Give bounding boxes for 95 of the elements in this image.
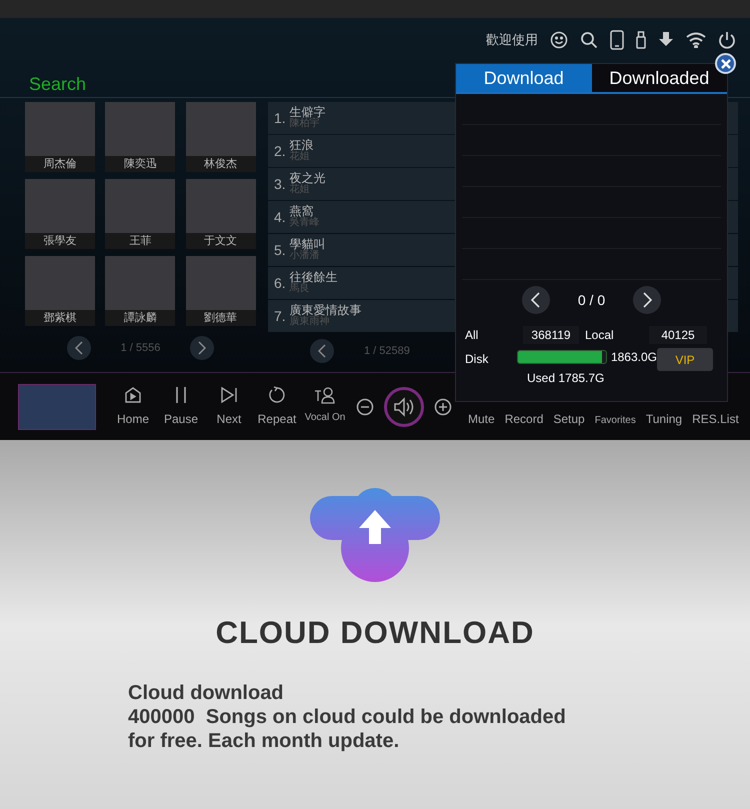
- song-number: 6.: [274, 274, 286, 292]
- wifi-icon[interactable]: [686, 32, 706, 48]
- song-singer: 花姐: [290, 184, 310, 195]
- artist-tile[interactable]: 劉德華: [186, 256, 256, 326]
- promo-text: 400000 Songs on cloud could be downloaded: [128, 704, 566, 728]
- artist-tile[interactable]: 于文文: [186, 179, 256, 249]
- artist-name: 譚詠麟: [105, 310, 176, 326]
- control-button[interactable]: Setup: [553, 410, 585, 428]
- song-number: 2.: [274, 142, 286, 160]
- control-button[interactable]: RES.List: [692, 410, 739, 428]
- artist-tile[interactable]: 鄧紫棋: [25, 256, 95, 326]
- control-button[interactable]: Mute: [468, 410, 495, 428]
- download-icon[interactable]: [658, 32, 674, 48]
- song-title: 夜之光: [290, 173, 326, 184]
- control-button[interactable]: Home: [110, 386, 156, 428]
- song-number: 7.: [274, 306, 286, 326]
- all-count: 368119: [523, 326, 579, 344]
- artist-name: 鄧紫棋: [25, 310, 95, 326]
- usb-drive-icon[interactable]: [636, 31, 646, 49]
- promo-text: Cloud download: [128, 680, 285, 704]
- promo-title: CLOUD DOWNLOAD: [216, 614, 534, 652]
- vip-button[interactable]: VIP: [657, 348, 713, 371]
- local-label: Local: [584, 327, 615, 344]
- smiley-icon[interactable]: [550, 31, 568, 49]
- control-button[interactable]: Next: [206, 386, 252, 428]
- artist-tile[interactable]: 陳奕迅: [105, 102, 176, 172]
- close-icon: [720, 58, 730, 68]
- control-button[interactable]: Pause: [158, 386, 204, 428]
- local-count: 40125: [649, 326, 707, 344]
- song-title: 廣東愛情故事: [290, 305, 362, 316]
- disk-used: Used 1785.7G: [526, 370, 606, 387]
- song-number: 5.: [274, 240, 286, 260]
- chevron-right-icon: [198, 341, 206, 355]
- next-button[interactable]: [633, 286, 662, 314]
- control-button[interactable]: Tuning: [646, 410, 682, 428]
- artist-name: 周杰倫: [25, 156, 95, 172]
- song-title: 狂浪: [290, 140, 314, 151]
- previous-button[interactable]: [522, 286, 550, 314]
- song-singer: 馬良: [290, 283, 310, 294]
- artist-tile[interactable]: 譚詠麟: [105, 256, 176, 326]
- artist-name: 林俊杰: [186, 156, 256, 172]
- close-button[interactable]: [715, 53, 736, 74]
- singer-icon: [314, 386, 336, 404]
- song-number: 1.: [274, 108, 286, 128]
- phone-icon[interactable]: [610, 30, 624, 50]
- song-title: 燕窩: [290, 206, 314, 217]
- page-indicator: 1 / 52589: [364, 344, 410, 359]
- chevron-left-icon: [318, 344, 326, 358]
- song-singer: 廣東雨神: [290, 316, 330, 327]
- all-label: All: [465, 327, 480, 344]
- popup-tab[interactable]: Download: [456, 64, 592, 92]
- artist-name: 陳奕迅: [105, 156, 176, 172]
- song-singer: 小潘潘: [290, 250, 321, 261]
- song-singer: 花姐: [290, 151, 311, 162]
- artist-tile[interactable]: 王菲: [105, 179, 176, 249]
- welcome-text: 歡迎使用: [486, 31, 538, 50]
- speaker-icon: [393, 396, 415, 416]
- pause-icon: [174, 386, 188, 404]
- chevron-left-icon: [531, 292, 540, 308]
- artist-name: 張學友: [25, 233, 95, 249]
- song-title: 生僻字: [290, 107, 326, 118]
- control-button[interactable]: Repeat: [254, 386, 300, 428]
- song-singer: 吳青峰: [290, 217, 320, 228]
- plus-icon[interactable]: [434, 398, 452, 416]
- song-number: 3.: [274, 174, 286, 194]
- chevron-left-icon: [74, 341, 83, 355]
- artist-tile[interactable]: 林俊杰: [186, 102, 256, 172]
- repeat-icon: [268, 386, 286, 404]
- control-button[interactable]: Vocal On: [302, 386, 348, 428]
- artist-name: 于文文: [186, 233, 256, 249]
- next-icon: [220, 386, 238, 404]
- popup-tab[interactable]: Downloaded: [592, 64, 727, 92]
- song-singer: 陳柏宇: [290, 118, 321, 129]
- song-title: 學貓叫: [290, 239, 326, 250]
- home-icon: [124, 386, 142, 404]
- volume-knob[interactable]: [384, 386, 424, 426]
- disk-label: Disk: [465, 351, 490, 368]
- disk-total: 1863.0G: [610, 349, 657, 366]
- song-number: 4.: [274, 208, 286, 226]
- video-thumbnail[interactable]: [18, 384, 96, 430]
- search-icon[interactable]: [580, 31, 598, 49]
- control-button[interactable]: Favorites: [594, 413, 636, 428]
- control-button[interactable]: Record: [504, 410, 544, 428]
- artist-name: 王菲: [105, 233, 176, 249]
- page-indicator: 0 / 0: [578, 290, 606, 310]
- page-indicator: 1 / 5556: [120, 340, 160, 356]
- cloud-upload-icon: [310, 488, 440, 582]
- promo-text: for free. Each month update.: [128, 728, 400, 752]
- artist-tile[interactable]: 張學友: [25, 179, 95, 249]
- chevron-right-icon: [642, 292, 652, 308]
- song-title: 往後餘生: [290, 272, 338, 283]
- minus-icon[interactable]: [356, 398, 374, 416]
- artist-name: 劉德華: [186, 310, 256, 326]
- power-icon[interactable]: [718, 31, 736, 49]
- artist-tile[interactable]: 周杰倫: [25, 102, 95, 172]
